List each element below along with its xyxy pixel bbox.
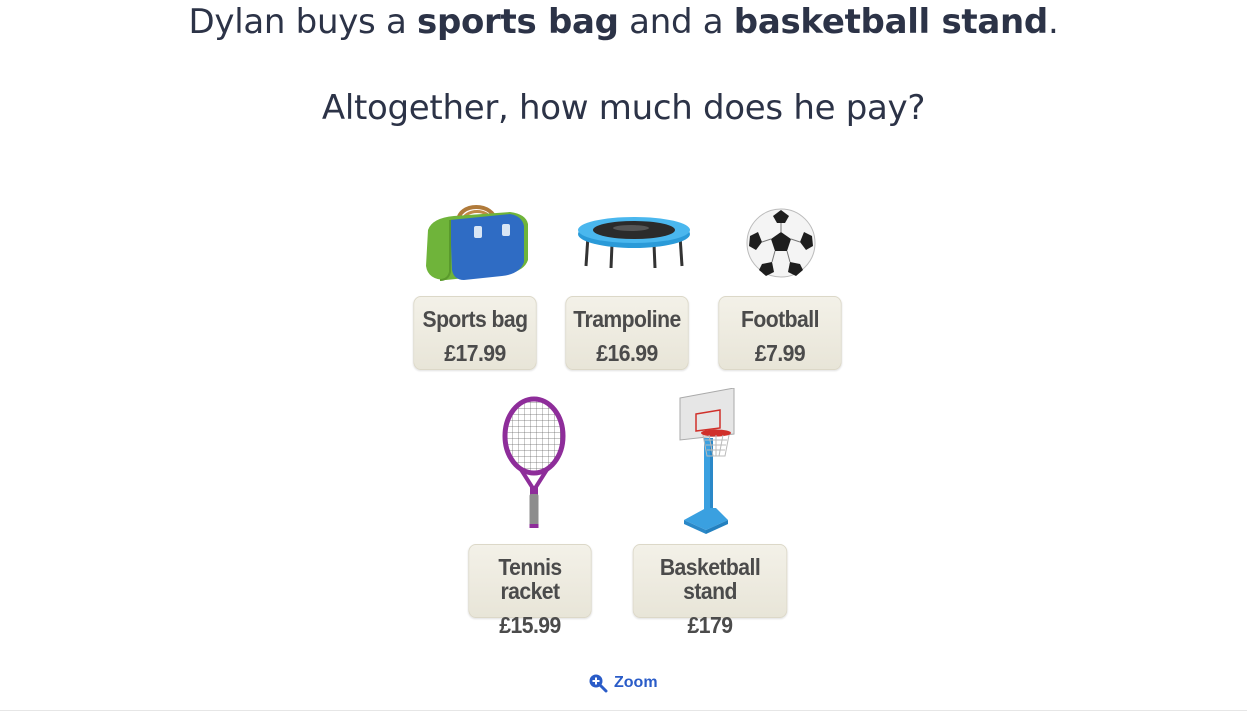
sports-bag-icon [426,205,528,281]
question-item-1: sports bag [417,2,619,42]
question-text: Dylan buys a [188,2,418,42]
item-name: Basketball stand [659,554,761,604]
item-price: £17.99 [444,340,506,366]
item-card-basketball-stand: Basketball stand £179 [632,544,788,637]
football-icon [746,208,816,278]
item-name: Sports bag [422,306,529,332]
question-line-2: Altogether, how much does he pay? [321,88,926,128]
trampoline-icon [578,217,690,269]
item-card-trampoline: Trampoline £16.99 [565,296,689,370]
item-name: Trampoline [573,306,681,332]
zoom-button[interactable]: Zoom [588,670,658,696]
item-card-sports-bag: Sports bag £17.99 [413,296,537,370]
item-price: £15.99 [499,612,561,638]
zoom-in-icon [589,674,608,693]
question-text: . [1047,2,1059,42]
item-price: £16.99 [596,340,658,366]
basketball-stand-icon [679,388,735,534]
question-line-1: Dylan buys a sports bag and a basketball… [0,0,1247,44]
question-text: and a [618,2,734,42]
question-item-2: basketball stand [733,2,1048,42]
item-name: Tennis racket [498,554,562,604]
item-card-football: Football £7.99 [718,296,842,370]
divider [0,710,1247,711]
item-price: £7.99 [754,340,806,366]
item-price: £179 [687,612,733,638]
tennis-racket-icon [502,396,566,528]
item-card-tennis-racket: Tennis racket £15.99 [468,544,592,637]
zoom-label: Zoom [614,674,658,691]
item-name: Football [741,306,819,332]
